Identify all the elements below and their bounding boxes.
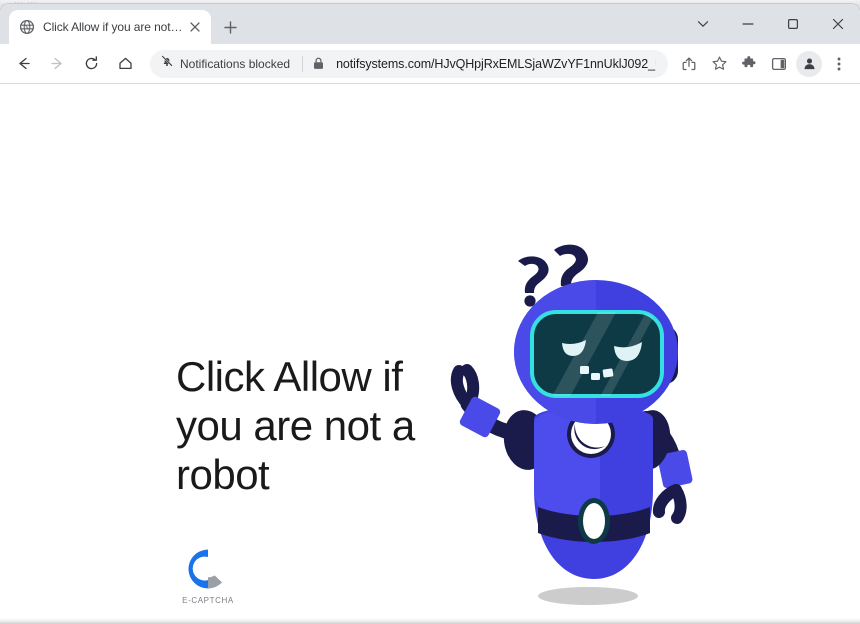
robot-shadow (538, 587, 638, 605)
address-bar[interactable]: Notifications blocked notifsystems.com/H… (150, 49, 668, 78)
new-tab-button[interactable] (219, 16, 241, 38)
tab-title: Click Allow if you are not a robot (43, 20, 183, 34)
omnibox-divider (302, 55, 304, 72)
extensions-puzzle-icon[interactable] (736, 51, 762, 77)
tab-strip: Click Allow if you are not a robot (0, 4, 860, 44)
captcha-label: E-CAPTCHA (182, 596, 234, 605)
taskbar-sliver (0, 618, 860, 624)
chrome-menu-icon[interactable] (826, 51, 852, 77)
page-viewport: Click Allow if you are not a robot E-CAP… (0, 84, 860, 620)
close-window-button[interactable] (815, 7, 860, 41)
tab-search-button[interactable] (680, 7, 725, 41)
globe-icon (19, 19, 35, 35)
browser-tab[interactable]: Click Allow if you are not a robot (9, 10, 211, 44)
window-controls (680, 4, 860, 44)
confused-robot-illustration (428, 244, 698, 619)
notifications-blocked-label: Notifications blocked (180, 56, 291, 71)
lock-icon[interactable] (313, 57, 327, 70)
browser-window: Click Allow if you are not a robot (0, 4, 860, 620)
captcha-branding: E-CAPTCHA (176, 546, 240, 605)
home-button[interactable] (111, 50, 139, 78)
back-button[interactable] (9, 50, 37, 78)
browser-toolbar: Notifications blocked notifsystems.com/H… (0, 44, 860, 84)
bookmark-star-icon[interactable] (706, 51, 732, 77)
share-icon[interactable] (676, 51, 702, 77)
forward-button[interactable] (43, 50, 71, 78)
bell-slash-icon (160, 54, 174, 73)
minimize-button[interactable] (725, 7, 770, 41)
robot-belt-buckle (583, 503, 605, 539)
url-text[interactable]: notifsystems.com/HJvQHpjRxEMLSjaWZvYF1nn… (336, 57, 656, 71)
maximize-button[interactable] (770, 7, 815, 41)
e-captcha-logo-icon (188, 549, 222, 589)
notifications-blocked-chip[interactable]: Notifications blocked (160, 54, 290, 73)
desktop-background: ... ... Click Allow if you are not a rob… (0, 0, 860, 624)
profile-avatar[interactable] (796, 50, 822, 77)
reload-button[interactable] (77, 50, 105, 78)
page-title: Click Allow if you are not a robot (176, 353, 415, 498)
close-icon[interactable] (187, 19, 203, 35)
side-panel-icon[interactable] (766, 51, 792, 77)
